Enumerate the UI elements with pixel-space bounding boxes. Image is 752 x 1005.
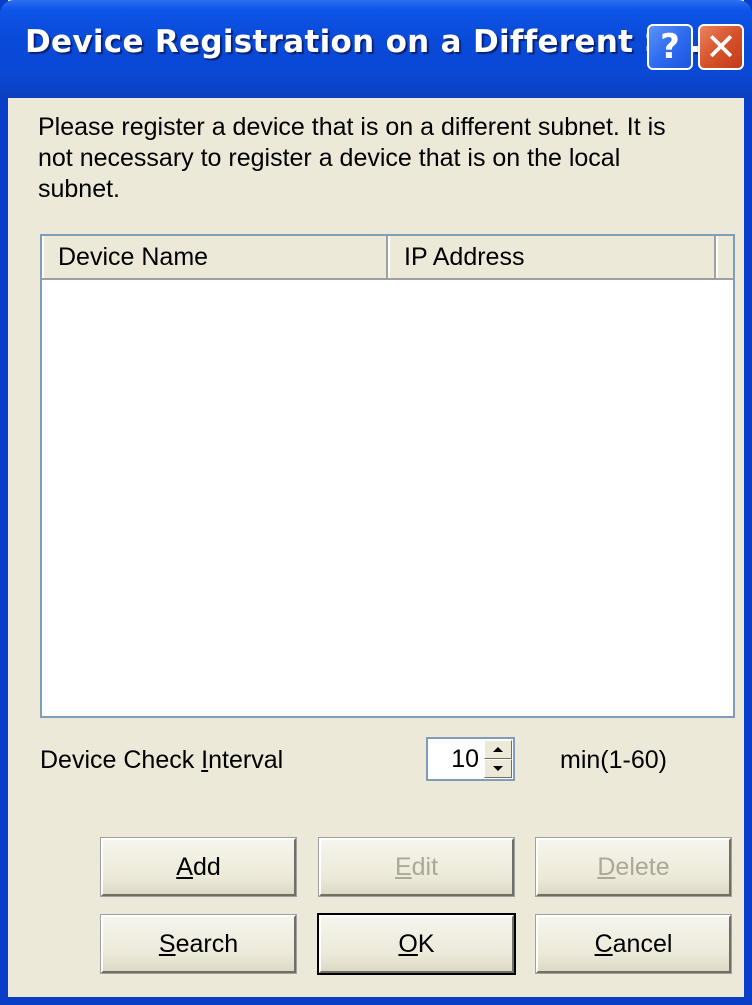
down-arrow-icon <box>493 766 503 771</box>
dialog-content: Please register a device that is on a di… <box>8 98 744 997</box>
dialog-window: Device Registration on a Different Su...… <box>0 0 752 1005</box>
description-text: Please register a device that is on a di… <box>38 113 666 203</box>
edit-button-mnemonic: E <box>394 852 412 881</box>
spinner-up-button[interactable] <box>484 740 512 759</box>
edit-button[interactable]: Edit <box>318 837 515 897</box>
ok-button[interactable]: OK <box>317 913 516 975</box>
device-list-body[interactable] <box>42 280 733 716</box>
interval-label-pre: Device Check <box>40 746 202 774</box>
close-icon: ✕ <box>705 25 737 69</box>
cancel-button[interactable]: Cancel <box>535 914 732 974</box>
add-button[interactable]: Add <box>100 837 297 897</box>
spinner-down-button[interactable] <box>484 759 512 778</box>
column-header-ip-address[interactable]: IP Address <box>388 236 716 278</box>
ok-button-mnemonic: O <box>398 929 418 958</box>
cancel-button-label: ancel <box>612 929 673 958</box>
title-bar[interactable]: Device Registration on a Different Su...… <box>0 0 752 98</box>
window-title: Device Registration on a Different Su... <box>25 24 726 60</box>
up-arrow-icon <box>493 747 503 752</box>
spinner-arrows <box>484 740 512 778</box>
interval-label-post: nterval <box>208 746 284 774</box>
search-button-mnemonic: S <box>158 929 176 958</box>
device-list-header: Device Name IP Address <box>42 236 733 280</box>
search-button-label: earch <box>175 929 239 958</box>
add-button-mnemonic: A <box>176 852 193 881</box>
cancel-button-mnemonic: C <box>594 929 613 958</box>
column-header-filler <box>716 236 733 278</box>
interval-range-label: min(1-60) <box>560 746 667 774</box>
delete-button[interactable]: Delete <box>535 837 732 897</box>
device-check-interval-label: Device Check Interval <box>40 746 283 775</box>
column-header-device-name[interactable]: Device Name <box>42 236 388 278</box>
delete-button-label: elete <box>615 852 670 881</box>
ok-button-label: K <box>417 929 435 958</box>
help-icon: ? <box>660 27 680 67</box>
interval-value-input[interactable]: 10 <box>451 739 479 779</box>
add-button-label: dd <box>192 852 221 881</box>
device-list[interactable]: Device Name IP Address <box>40 234 735 718</box>
help-button[interactable]: ? <box>647 24 693 70</box>
interval-spinner[interactable]: 10 <box>426 737 515 781</box>
delete-button-mnemonic: D <box>597 852 616 881</box>
close-button[interactable]: ✕ <box>698 24 744 70</box>
edit-button-label: dit <box>411 852 439 881</box>
search-button[interactable]: Search <box>100 914 297 974</box>
